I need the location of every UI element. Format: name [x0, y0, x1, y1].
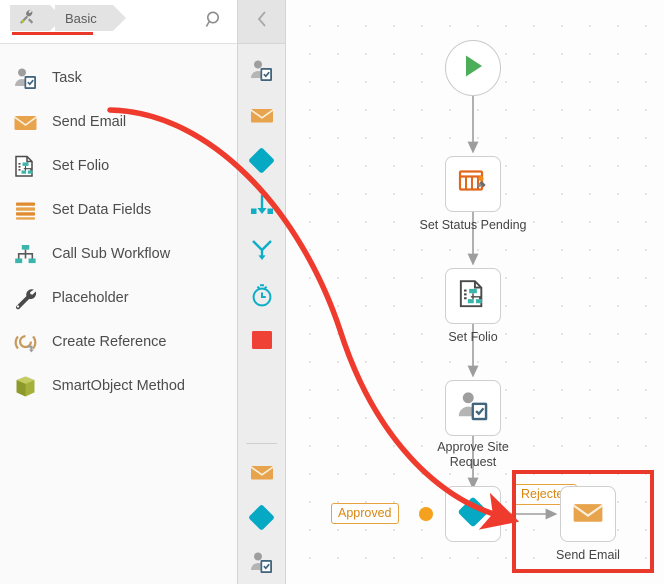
timer-icon — [249, 282, 275, 313]
workflow-designer: Basic Task Send Email Set Folio Set Data… — [0, 0, 664, 584]
tool-strip-divider — [246, 443, 277, 444]
palette-item-set-data-fields[interactable]: Set Data Fields — [0, 188, 237, 232]
palette-item-task[interactable]: Task — [0, 56, 237, 100]
task-icon — [249, 58, 274, 88]
set-data-fields-icon — [12, 197, 38, 223]
chevron-left-icon — [255, 10, 269, 33]
breadcrumb-underline-highlight — [12, 32, 93, 35]
node-start[interactable] — [445, 40, 501, 96]
set-folio-icon — [457, 278, 489, 315]
decision-diamond-icon — [456, 495, 490, 534]
collapse-panel-button[interactable] — [238, 0, 285, 44]
strip-item-task-recent[interactable] — [238, 542, 285, 584]
stop-icon — [250, 328, 274, 357]
split-icon — [249, 237, 275, 268]
palette-header: Basic — [0, 0, 237, 44]
palette-item-label: Set Data Fields — [52, 202, 152, 218]
set-status-icon — [457, 166, 489, 203]
strip-item-task[interactable] — [238, 50, 285, 95]
task-icon — [456, 389, 490, 428]
set-folio-icon — [12, 153, 38, 179]
connector-dot-approved[interactable] — [419, 507, 433, 521]
node-label-set-status-pending: Set Status Pending — [419, 218, 527, 232]
workflow-canvas[interactable]: Set Status Pending Set Folio Approve Sit… — [286, 0, 664, 584]
palette-item-label: Placeholder — [52, 290, 129, 306]
node-set-folio[interactable] — [445, 268, 501, 324]
tool-strip-list — [238, 44, 285, 584]
play-icon — [458, 51, 488, 86]
search-button[interactable] — [199, 8, 229, 36]
palette-panel: Basic Task Send Email Set Folio Set Data… — [0, 0, 238, 584]
decision-diamond-icon — [248, 504, 275, 536]
tools-icon — [18, 9, 36, 28]
wrench-icon — [12, 285, 38, 311]
strip-item-timer[interactable] — [238, 275, 285, 320]
palette-item-send-email[interactable]: Send Email — [0, 100, 237, 144]
breadcrumb-label: Basic — [65, 10, 97, 26]
breadcrumb-tools[interactable] — [10, 5, 63, 31]
call-sub-workflow-icon — [12, 241, 38, 267]
strip-item-merge[interactable] — [238, 185, 285, 230]
strip-item-send-email-recent[interactable] — [238, 452, 285, 497]
palette-item-label: Call Sub Workflow — [52, 246, 171, 262]
strip-item-split[interactable] — [238, 230, 285, 275]
palette-item-label: Create Reference — [52, 334, 167, 350]
palette-item-label: Task — [52, 70, 82, 86]
tool-strip — [238, 0, 286, 584]
node-send-email[interactable] — [560, 486, 616, 542]
email-icon — [12, 109, 38, 135]
email-icon — [249, 459, 275, 490]
task-icon — [12, 65, 38, 91]
palette-item-set-folio[interactable]: Set Folio — [0, 144, 237, 188]
palette-item-call-sub-workflow[interactable]: Call Sub Workflow — [0, 232, 237, 276]
palette-item-label: Set Folio — [52, 158, 110, 174]
strip-item-decision[interactable] — [238, 140, 285, 185]
email-icon — [571, 495, 605, 534]
palette-item-smartobject-method[interactable]: SmartObject Method — [0, 364, 237, 408]
strip-item-decision-recent[interactable] — [238, 497, 285, 542]
badge-approved[interactable]: Approved — [331, 503, 399, 524]
breadcrumb: Basic — [10, 5, 126, 31]
palette-item-placeholder[interactable]: Placeholder — [0, 276, 237, 320]
merge-icon — [249, 192, 275, 223]
strip-item-send-email[interactable] — [238, 95, 285, 140]
node-decision[interactable] — [445, 486, 501, 542]
palette-item-label: SmartObject Method — [52, 378, 185, 394]
smartobject-method-icon — [12, 373, 38, 399]
palette-item-create-reference[interactable]: Create Reference — [0, 320, 237, 364]
node-label-send-email: Send Email — [556, 548, 620, 562]
breadcrumb-item-basic[interactable]: Basic — [55, 5, 126, 31]
create-reference-icon — [12, 329, 38, 355]
email-icon — [249, 102, 275, 133]
node-label-set-folio: Set Folio — [448, 330, 498, 344]
palette-list: Task Send Email Set Folio Set Data Field… — [0, 44, 237, 408]
task-icon — [249, 550, 274, 580]
palette-item-label: Send Email — [52, 114, 127, 130]
node-set-status-pending[interactable] — [445, 156, 501, 212]
node-label-approve-site-request: Approve Site Request — [437, 440, 509, 469]
strip-item-stop[interactable] — [238, 320, 285, 365]
node-approve-site-request[interactable] — [445, 380, 501, 436]
decision-diamond-icon — [248, 147, 275, 179]
search-icon — [205, 10, 224, 34]
